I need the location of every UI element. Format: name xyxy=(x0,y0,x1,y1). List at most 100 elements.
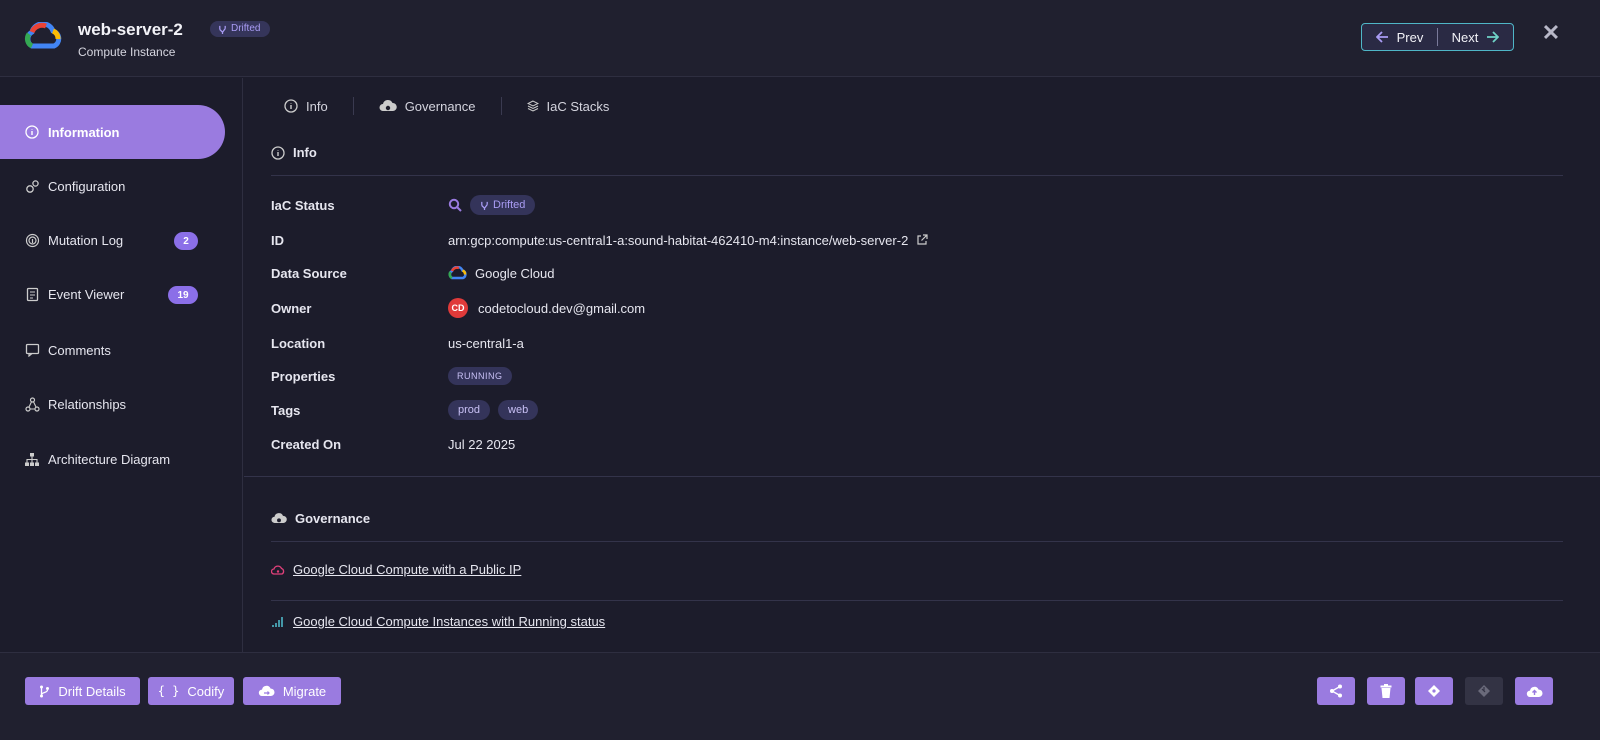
drift-details-label: Drift Details xyxy=(58,683,126,699)
data-source-row: Data Source Google Cloud xyxy=(271,261,1561,285)
comments-icon xyxy=(24,342,40,358)
document-icon xyxy=(24,286,40,302)
info-section-title: Info xyxy=(271,145,317,160)
external-link-icon[interactable] xyxy=(916,234,928,246)
row-value: arn:gcp:compute:us-central1-a:sound-habi… xyxy=(448,233,928,248)
drift-icon xyxy=(481,201,488,210)
divider xyxy=(271,175,1563,176)
sidebar-item-label: Configuration xyxy=(48,178,126,194)
row-value: prod web xyxy=(448,400,539,420)
sidebar-item-configuration[interactable]: Configuration xyxy=(0,159,225,213)
row-label: Tags xyxy=(271,402,301,418)
codify-label: Codify xyxy=(187,683,225,699)
git-button[interactable] xyxy=(1465,677,1503,705)
tag-pill[interactable]: prod xyxy=(448,400,491,420)
search-icon[interactable] xyxy=(448,198,462,212)
row-label: ID xyxy=(271,232,284,248)
row-label: Owner xyxy=(271,300,312,316)
git-branch-icon xyxy=(40,685,50,697)
sidebar: Information Configuration Mutation Log 2… xyxy=(0,78,243,652)
governance-section-title: Governance xyxy=(271,511,370,526)
codify-button[interactable]: { } Codify xyxy=(148,677,234,705)
divider xyxy=(271,541,1563,542)
migrate-button[interactable]: Migrate xyxy=(243,677,341,705)
cloud-shield-icon xyxy=(271,513,287,523)
drift-details-button[interactable]: Drift Details xyxy=(25,677,140,705)
tab-label: Info xyxy=(306,98,328,114)
sidebar-item-architecture-diagram[interactable]: Architecture Diagram xyxy=(0,432,225,486)
owner-email: codetocloud.dev@gmail.com xyxy=(478,300,646,316)
row-value: Drifted xyxy=(448,195,536,215)
divider xyxy=(271,600,1563,601)
cloud-upload-button[interactable] xyxy=(1515,677,1553,705)
arrow-right-icon xyxy=(1487,31,1500,43)
sidebar-item-information[interactable]: Information xyxy=(0,105,225,159)
status-badge: Drifted xyxy=(210,21,271,37)
google-cloud-icon xyxy=(448,265,467,279)
governance-link-running-status[interactable]: Google Cloud Compute Instances with Runn… xyxy=(271,614,605,629)
diamond-icon xyxy=(1428,685,1440,697)
iac-status-row: IaC Status Drifted xyxy=(271,193,1561,217)
tab-info[interactable]: Info xyxy=(284,99,328,114)
location-row: Location us-central1-a xyxy=(271,331,1561,355)
drifted-badge-label: Drifted xyxy=(493,199,526,211)
data-source-value: Google Cloud xyxy=(475,265,555,281)
cloud-migrate-icon xyxy=(258,685,275,696)
arrow-left-icon xyxy=(1375,31,1388,43)
location-value: us-central1-a xyxy=(448,335,524,351)
cloud-shield-icon xyxy=(379,99,397,111)
header: web-server-2 Compute Instance Drifted Pr… xyxy=(0,0,1600,77)
prev-button[interactable]: Prev xyxy=(1362,24,1437,50)
diamond-button[interactable] xyxy=(1415,677,1453,705)
footer-toolbar: Drift Details { } Codify Migrate xyxy=(0,652,1600,740)
row-value: RUNNING xyxy=(448,367,512,385)
delete-button[interactable] xyxy=(1367,677,1405,705)
next-label: Next xyxy=(1451,29,1479,45)
sidebar-item-label: Comments xyxy=(48,342,111,358)
section-divider xyxy=(244,476,1600,477)
tag-pill[interactable]: web xyxy=(498,400,539,420)
sitemap-icon xyxy=(24,451,40,467)
tab-label: IaC Stacks xyxy=(546,98,610,114)
sidebar-item-label: Relationships xyxy=(48,396,127,412)
row-label: Location xyxy=(271,335,326,351)
tab-governance[interactable]: Governance xyxy=(379,99,476,114)
tab-label: Governance xyxy=(404,98,476,114)
resource-id: arn:gcp:compute:us-central1-a:sound-habi… xyxy=(448,232,909,248)
sidebar-item-label: Architecture Diagram xyxy=(48,451,171,467)
info-icon xyxy=(284,99,298,113)
governance-link-label: Google Cloud Compute with a Public IP xyxy=(293,562,522,577)
owner-row: Owner CD codetocloud.dev@gmail.com xyxy=(271,296,1561,320)
layers-icon xyxy=(526,100,539,112)
governance-link-public-ip[interactable]: Google Cloud Compute with a Public IP xyxy=(271,562,521,577)
row-label: IaC Status xyxy=(271,197,335,213)
row-label: Created On xyxy=(271,436,342,452)
cloud-upload-icon xyxy=(1526,686,1543,697)
mutation-log-count-badge: 2 xyxy=(174,232,198,250)
tags-row: Tags prod web xyxy=(271,398,1561,422)
id-row: ID arn:gcp:compute:us-central1-a:sound-h… xyxy=(271,228,1561,252)
next-button[interactable]: Next xyxy=(1438,24,1513,50)
prev-label: Prev xyxy=(1396,29,1424,45)
section-title-label: Governance xyxy=(295,511,371,526)
relationships-icon xyxy=(24,396,40,412)
sidebar-item-relationships[interactable]: Relationships xyxy=(0,377,225,431)
share-button[interactable] xyxy=(1317,677,1355,705)
created-on-value: Jul 22 2025 xyxy=(448,436,516,452)
tab-iac-stacks[interactable]: IaC Stacks xyxy=(526,98,610,114)
row-value: Google Cloud xyxy=(448,265,555,281)
share-icon xyxy=(1330,684,1342,698)
braces-icon: { } xyxy=(157,684,180,698)
section-title-label: Info xyxy=(293,145,317,160)
event-viewer-count-badge: 19 xyxy=(168,286,198,304)
created-on-row: Created On Jul 22 2025 xyxy=(271,432,1561,456)
sidebar-item-comments[interactable]: Comments xyxy=(0,323,225,377)
trash-icon xyxy=(1380,684,1392,698)
migrate-label: Migrate xyxy=(282,683,327,699)
close-icon[interactable]: ✕ xyxy=(1541,22,1561,44)
tab-bar: Info Governance IaC Stacks xyxy=(284,96,609,116)
properties-row: Properties RUNNING xyxy=(271,364,1561,388)
governance-link-label: Google Cloud Compute Instances with Runn… xyxy=(293,614,606,629)
main-panel: Info Governance IaC Stacks Info IaC Stat… xyxy=(244,78,1600,652)
running-badge: RUNNING xyxy=(448,367,512,385)
